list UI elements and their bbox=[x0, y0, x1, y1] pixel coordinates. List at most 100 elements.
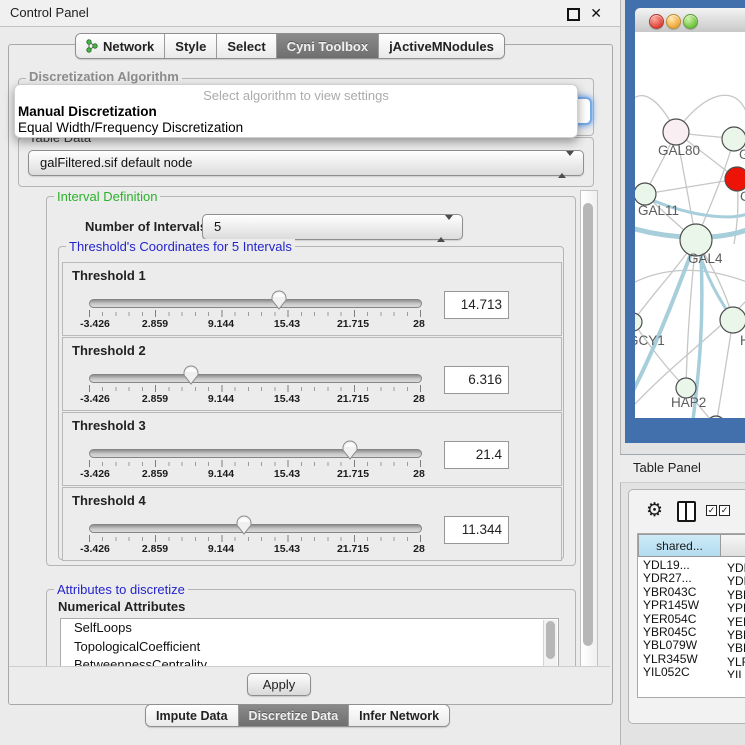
tick-label: 21.715 bbox=[337, 318, 369, 330]
tick-label: 28 bbox=[413, 318, 425, 330]
threshold-3-label: Threshold 3 bbox=[72, 418, 146, 433]
table-panel: ⚙ ✓ ✓ shared... n... YDL19...YDL1 YDR27.… bbox=[628, 489, 745, 724]
algorithm-placeholder: Select algorithm to view settings bbox=[15, 88, 577, 103]
list-item[interactable]: SelfLoops bbox=[61, 619, 558, 638]
threshold-1-label: Threshold 1 bbox=[72, 268, 146, 283]
table-row[interactable]: YBL079WYBL0 bbox=[638, 638, 745, 651]
table-row[interactable]: YDL19...YDL1 bbox=[638, 558, 745, 571]
node-label-gcy1: GCY1 bbox=[635, 333, 665, 348]
node-gcy1[interactable] bbox=[635, 313, 642, 331]
tick-label: 9.144 bbox=[208, 468, 234, 480]
network-canvas[interactable]: GAL80 G C GAL11 GAL4 GCY1 H HAP2 bbox=[635, 32, 745, 418]
tab-jactivemnodules[interactable]: jActiveMNodules bbox=[379, 34, 504, 58]
close-icon[interactable]: ✕ bbox=[590, 5, 602, 22]
float-icon[interactable] bbox=[567, 8, 580, 21]
node-gal80[interactable] bbox=[663, 119, 689, 145]
table-row[interactable]: YBR043CYBR0 bbox=[638, 585, 745, 598]
threshold-3-slider-thumb[interactable] bbox=[342, 440, 358, 460]
checkbox-icon[interactable]: ✓ bbox=[706, 505, 717, 516]
number-of-intervals-label: Number of Intervals bbox=[85, 219, 207, 234]
threshold-2-panel: Threshold 2 -3.426 2.859 9.144 15.43 21.… bbox=[62, 337, 562, 411]
table-row[interactable]: YBR045CYBR0 bbox=[638, 625, 745, 638]
algorithm-group-label: Discretization Algorithm bbox=[26, 69, 182, 84]
threshold-3-slider-track[interactable] bbox=[89, 449, 422, 458]
tick-label: 15.43 bbox=[274, 393, 300, 405]
checkbox-icon[interactable]: ✓ bbox=[719, 505, 730, 516]
threshold-1-value-field[interactable]: 14.713 bbox=[444, 291, 509, 319]
table-panel-title: Table Panel bbox=[633, 460, 701, 475]
node-h-partial[interactable] bbox=[720, 307, 745, 333]
number-of-intervals-combobox[interactable]: 5 bbox=[202, 214, 463, 240]
tick-label: 2.859 bbox=[142, 318, 168, 330]
threshold-1-panel: Threshold 1 -3.426 2.859 9.144 15.43 21.… bbox=[62, 262, 562, 336]
threshold-1-slider-track[interactable] bbox=[89, 299, 422, 308]
main-scrollbar-thumb[interactable] bbox=[583, 203, 593, 646]
threshold-4-slider-track[interactable] bbox=[89, 524, 422, 533]
column-header-name[interactable]: n... bbox=[720, 534, 745, 557]
table-panel-titlebar: Table Panel bbox=[620, 454, 745, 483]
node-label-gal4: GAL4 bbox=[688, 251, 723, 266]
node-label-partial-g: G bbox=[739, 147, 745, 162]
spinner-arrows-icon bbox=[437, 220, 453, 238]
table-row[interactable]: YLR345WYLR3 bbox=[638, 652, 745, 665]
tick-label: 15.43 bbox=[274, 318, 300, 330]
numerical-attributes-list[interactable]: SelfLoops TopologicalCoefficient Between… bbox=[60, 618, 559, 668]
tick-label: 9.144 bbox=[208, 318, 234, 330]
threshold-2-slider-thumb[interactable] bbox=[183, 365, 199, 385]
main-vertical-scrollbar[interactable] bbox=[580, 190, 598, 701]
tab-select[interactable]: Select bbox=[217, 34, 276, 58]
table-row[interactable]: YPR145WYPR1 bbox=[638, 598, 745, 611]
gear-icon[interactable]: ⚙ bbox=[646, 499, 663, 522]
threshold-2-value-field[interactable]: 6.316 bbox=[444, 366, 509, 394]
zoom-traffic-light-icon[interactable] bbox=[683, 14, 698, 29]
tick-label: 28 bbox=[413, 393, 425, 405]
tick-label: 21.715 bbox=[337, 393, 369, 405]
tab-network[interactable]: Network bbox=[76, 34, 165, 58]
apply-button[interactable]: Apply bbox=[247, 673, 311, 696]
numerical-attributes-label: Numerical Attributes bbox=[58, 599, 185, 614]
tab-cyni-toolbox[interactable]: Cyni Toolbox bbox=[277, 34, 379, 58]
top-tab-bar: Network Style Select Cyni Toolbox jActiv… bbox=[75, 33, 505, 59]
tick-label: 15.43 bbox=[274, 468, 300, 480]
node-label-gal11: GAL11 bbox=[638, 203, 679, 218]
column-header-shared-name[interactable]: shared... bbox=[638, 534, 721, 557]
tab-style[interactable]: Style bbox=[165, 34, 217, 58]
algorithm-popup: Select algorithm to view settings Manual… bbox=[14, 84, 578, 138]
table-data-combobox[interactable]: galFiltered.sif default node bbox=[28, 150, 584, 176]
threshold-3-value-field[interactable]: 21.4 bbox=[444, 441, 509, 469]
table-data-combobox-value: galFiltered.sif default node bbox=[40, 155, 192, 170]
node-label-partial-h: H bbox=[740, 333, 745, 348]
table-row[interactable]: YER054CYER0 bbox=[638, 612, 745, 625]
table-row[interactable]: YDR27...YDR2 bbox=[638, 571, 745, 584]
tab-network-label: Network bbox=[103, 39, 154, 54]
list-item[interactable]: TopologicalCoefficient bbox=[61, 638, 558, 657]
threshold-4-panel: Threshold 4 -3.426 2.859 9.144 15.43 21.… bbox=[62, 487, 562, 561]
tick-label: 21.715 bbox=[337, 468, 369, 480]
tab-impute-data[interactable]: Impute Data bbox=[146, 705, 239, 726]
threshold-2-slider-track[interactable] bbox=[89, 374, 422, 383]
tick-label: 9.144 bbox=[208, 393, 234, 405]
attributes-group-label: Attributes to discretize bbox=[54, 582, 188, 597]
threshold-1-slider-thumb[interactable] bbox=[271, 290, 287, 310]
node-gal11[interactable] bbox=[635, 183, 656, 205]
table-row[interactable]: YIL052CYIL0 bbox=[638, 665, 745, 678]
threshold-2-label: Threshold 2 bbox=[72, 343, 146, 358]
popup-item-equal-width[interactable]: Equal Width/Frequency Discretization bbox=[18, 120, 243, 135]
minimize-traffic-light-icon[interactable] bbox=[666, 14, 681, 29]
threshold-4-value-field[interactable]: 11.344 bbox=[444, 516, 509, 544]
popup-item-manual-discretization[interactable]: Manual Discretization bbox=[18, 104, 157, 119]
tab-infer-network[interactable]: Infer Network bbox=[349, 705, 449, 726]
split-columns-icon[interactable] bbox=[677, 501, 696, 522]
node-table: shared... n... YDL19...YDL1 YDR27...YDR2… bbox=[637, 533, 745, 698]
tick-label: -3.426 bbox=[80, 543, 110, 555]
threshold-4-slider-thumb[interactable] bbox=[236, 515, 252, 535]
attributes-list-scrollbar[interactable] bbox=[543, 620, 557, 666]
tick-label: -3.426 bbox=[80, 318, 110, 330]
threshold-3-panel: Threshold 3 -3.426 2.859 9.144 15.43 21.… bbox=[62, 412, 562, 486]
network-window-titlebar[interactable] bbox=[635, 8, 745, 33]
network-graph: GAL80 G C GAL11 GAL4 GCY1 H HAP2 bbox=[635, 32, 745, 418]
control-panel: Control Panel ✕ Network S bbox=[0, 0, 621, 745]
node-highlighted-red[interactable] bbox=[725, 167, 745, 191]
close-traffic-light-icon[interactable] bbox=[649, 14, 664, 29]
tab-discretize-data[interactable]: Discretize Data bbox=[239, 705, 350, 726]
